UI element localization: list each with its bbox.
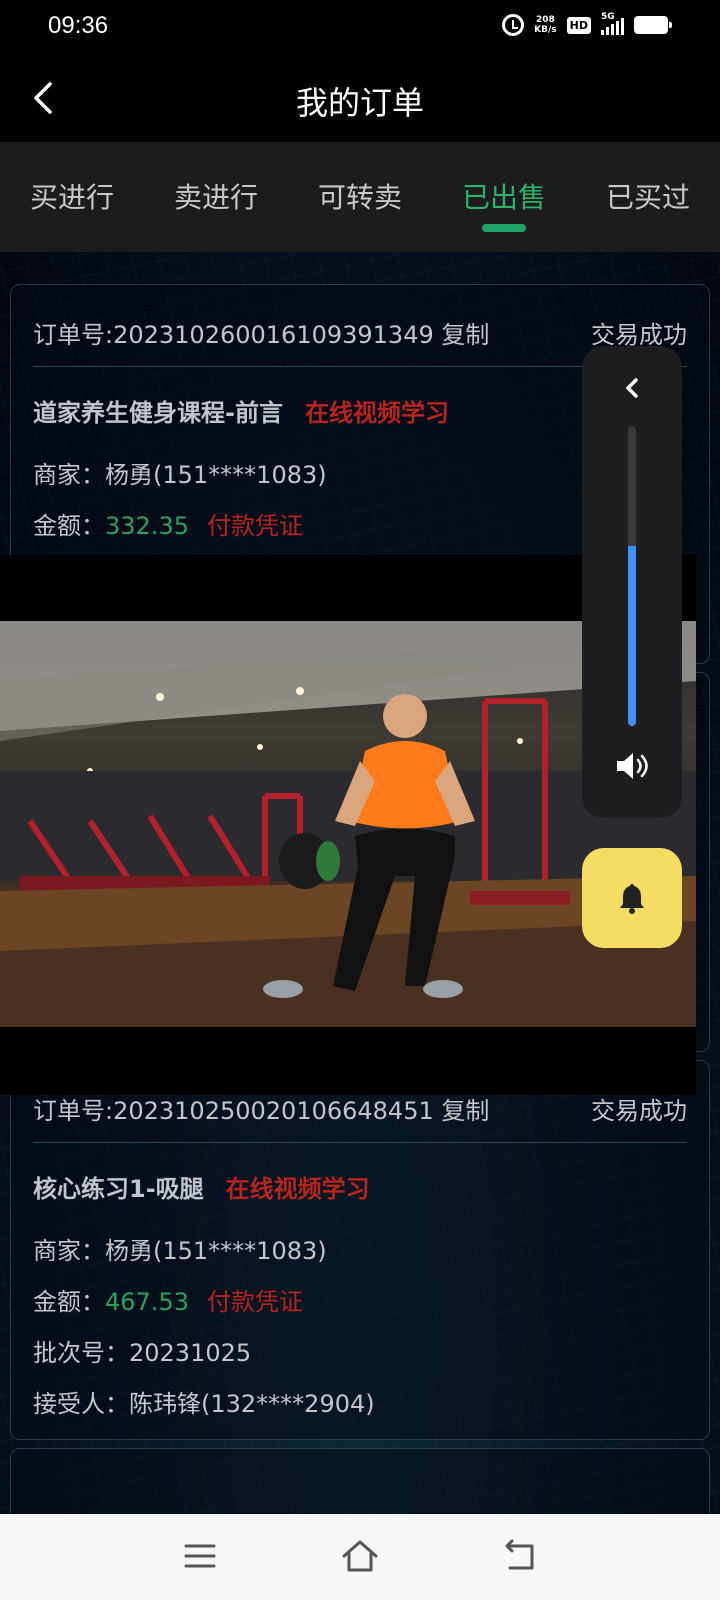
status-time: 09:36: [48, 12, 109, 39]
tab-label: 已买过: [605, 181, 690, 214]
order-status: 交易成功: [591, 1097, 687, 1125]
signal-icon: 5G: [601, 12, 624, 35]
amount-line: 金额：467.53 付款凭证: [33, 1282, 303, 1317]
hd-badge: HD: [566, 16, 591, 34]
page-title: 我的订单: [295, 84, 424, 122]
app-header: 我的订单: [0, 56, 720, 142]
tab-label: 卖进行: [173, 181, 258, 214]
notification-bell-button[interactable]: [582, 848, 682, 948]
order-number: 订单号:20231025002010664845​1 复制: [33, 1097, 490, 1125]
network-type-label: 5G: [601, 12, 615, 22]
network-speed-unit: KB/s: [534, 25, 557, 35]
order-card[interactable]: [10, 1448, 710, 1514]
amount-value: 332.35: [105, 512, 189, 540]
payment-voucher-link[interactable]: 付款凭证: [207, 512, 303, 540]
volume-slider-fill: [628, 546, 636, 726]
network-speed-value: 208: [536, 15, 555, 25]
course-title: 核心练习1-吸腿: [33, 1175, 204, 1203]
tab-selling[interactable]: 卖进行: [144, 142, 288, 252]
speaker-icon[interactable]: [614, 751, 650, 781]
amount-value: 467.53: [105, 1288, 189, 1316]
tab-active-indicator: [482, 224, 526, 232]
tab-resellable[interactable]: 可转卖: [288, 142, 432, 252]
course-type: 在线视频学习: [304, 399, 449, 427]
tab-sold[interactable]: 已出售: [432, 142, 576, 252]
system-nav-bar: [0, 1514, 720, 1600]
alarm-icon: [502, 14, 525, 36]
course-title-row: 核心练习1-吸腿 在线视频学习: [33, 1169, 370, 1204]
tab-label: 可转卖: [317, 181, 402, 214]
volume-slider[interactable]: [628, 426, 636, 726]
volume-panel[interactable]: [582, 346, 682, 818]
batch-number-line: 批次号：20231025: [33, 1339, 252, 1367]
amount-label: 金额：: [33, 1288, 105, 1316]
order-number: 订单号:20231026001610939134​9 复制: [33, 321, 490, 349]
menu-icon[interactable]: [178, 1536, 222, 1576]
status-bar: 09:36 208 KB/s HD 5G: [0, 0, 720, 56]
merchant-line: 商家：杨勇(151****1083): [33, 461, 327, 489]
tab-buying[interactable]: 买进行: [0, 142, 144, 252]
merchant-line: 商家：杨勇(151****1083): [33, 1237, 327, 1265]
status-icons: 208 KB/s HD 5G: [502, 12, 672, 36]
tab-bar: 买进行 卖进行 可转卖 已出售 已买过: [0, 142, 720, 252]
network-speed: 208 KB/s: [534, 15, 556, 35]
back-nav-icon[interactable]: [498, 1536, 542, 1576]
receiver-line: 接受人：陈玮锋(132****2904): [33, 1390, 375, 1418]
payment-voucher-link[interactable]: 付款凭证: [207, 1288, 303, 1316]
home-icon[interactable]: [338, 1536, 382, 1576]
amount-line: 金额：332.35 付款凭证: [33, 506, 303, 541]
course-title: 道家养生健身课程-前言: [33, 399, 283, 427]
battery-icon: [634, 16, 672, 34]
tab-label: 买进行: [29, 181, 114, 214]
bell-icon: [620, 884, 644, 914]
course-title-row: 道家养生健身课程-前言 在线视频学习: [33, 393, 449, 428]
tab-purchased[interactable]: 已买过: [576, 142, 720, 252]
course-type: 在线视频学习: [225, 1175, 370, 1203]
amount-label: 金额：: [33, 512, 105, 540]
chevron-left-icon[interactable]: [620, 376, 644, 400]
order-card[interactable]: 订单号:20231025002010664845​1 复制 交易成功 核心练习1…: [10, 1060, 710, 1440]
tab-label: 已出售: [461, 181, 546, 214]
order-status: 交易成功: [591, 321, 687, 349]
